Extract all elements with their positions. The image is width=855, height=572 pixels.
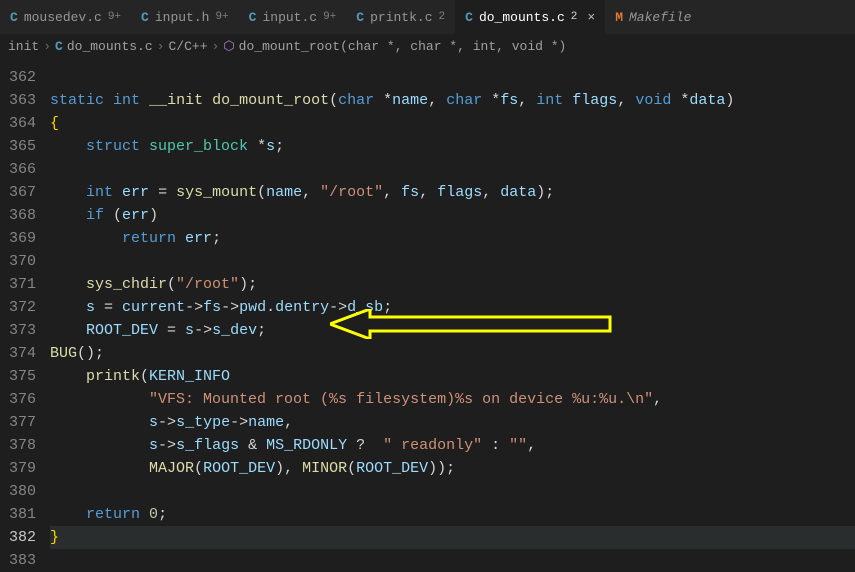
line-number: 369 [0,227,36,250]
code-line: s->s_type->name, [50,411,855,434]
line-number: 368 [0,204,36,227]
code-line: } [50,526,855,549]
line-number: 373 [0,319,36,342]
crumb-lang[interactable]: C/C++ [168,39,207,54]
line-number: 381 [0,503,36,526]
line-number: 367 [0,181,36,204]
c-file-icon: C [55,39,63,54]
tab-label: input.h [155,10,210,25]
line-number: 382 [0,526,36,549]
tab-input-h[interactable]: C input.h 9+ [131,0,239,34]
line-number: 377 [0,411,36,434]
line-number: 379 [0,457,36,480]
line-number: 376 [0,388,36,411]
code-line [50,250,855,273]
code-line: sys_chdir("/root"); [50,273,855,296]
line-number: 364 [0,112,36,135]
line-number: 383 [0,549,36,572]
tab-label: printk.c [370,10,432,25]
line-number: 372 [0,296,36,319]
tab-label: Makefile [629,10,691,25]
crumb-file[interactable]: do_mounts.c [67,39,153,54]
line-number: 370 [0,250,36,273]
tab-do-mounts[interactable]: C do_mounts.c 2 × [455,0,605,34]
crumb-symbol[interactable]: do_mount_root(char *, char *, int, void … [239,39,567,54]
c-file-icon: C [249,10,257,25]
code-area[interactable]: static int __init do_mount_root(char *na… [50,66,855,572]
line-number: 374 [0,342,36,365]
code-line: printk(KERN_INFO [50,365,855,388]
line-number: 371 [0,273,36,296]
code-line [50,480,855,503]
tab-badge: 9+ [323,11,336,23]
crumb-folder[interactable]: init [8,39,39,54]
code-line: static int __init do_mount_root(char *na… [50,89,855,112]
code-line: BUG(); [50,342,855,365]
code-line: "VFS: Mounted root (%s filesystem)%s on … [50,388,855,411]
code-line: s->s_flags & MS_RDONLY ? " readonly" : "… [50,434,855,457]
tab-label: mousedev.c [24,10,102,25]
line-number: 378 [0,434,36,457]
tab-label: input.c [262,10,317,25]
code-line: int err = sys_mount(name, "/root", fs, f… [50,181,855,204]
chevron-right-icon: › [212,39,220,54]
line-number: 365 [0,135,36,158]
chevron-right-icon: › [43,39,51,54]
code-line: return err; [50,227,855,250]
line-number: 362 [0,66,36,89]
method-icon: ⬡ [223,39,234,54]
tab-input-c[interactable]: C input.c 9+ [239,0,347,34]
c-file-icon: C [465,10,473,25]
line-number: 375 [0,365,36,388]
tab-badge: 9+ [215,11,228,23]
code-line: if (err) [50,204,855,227]
code-line: ROOT_DEV = s->s_dev; [50,319,855,342]
close-icon[interactable]: × [587,10,595,25]
line-number-gutter: 362 363 364 365 366 367 368 369 370 371 … [0,66,50,572]
tab-makefile[interactable]: M Makefile [605,0,701,34]
chevron-right-icon: › [157,39,165,54]
c-file-icon: C [10,10,18,25]
tab-badge: 2 [439,11,446,23]
code-line: struct super_block *s; [50,135,855,158]
line-number: 380 [0,480,36,503]
tab-label: do_mounts.c [479,10,565,25]
tab-badge: 9+ [108,11,121,23]
tab-badge: 2 [571,11,578,23]
makefile-icon: M [615,10,623,25]
editor[interactable]: 362 363 364 365 366 367 368 369 370 371 … [0,58,855,572]
tab-mousedev[interactable]: C mousedev.c 9+ [0,0,131,34]
c-file-icon: C [356,10,364,25]
code-line [50,549,855,572]
tab-printk[interactable]: C printk.c 2 [346,0,455,34]
c-file-icon: C [141,10,149,25]
code-line: { [50,112,855,135]
breadcrumb: init › C do_mounts.c › C/C++ › ⬡ do_moun… [0,35,855,58]
code-line: return 0; [50,503,855,526]
code-line [50,66,855,89]
code-line: s = current->fs->pwd.dentry->d_sb; [50,296,855,319]
code-line: MAJOR(ROOT_DEV), MINOR(ROOT_DEV)); [50,457,855,480]
code-line [50,158,855,181]
tab-bar: C mousedev.c 9+ C input.h 9+ C input.c 9… [0,0,855,35]
line-number: 366 [0,158,36,181]
line-number: 363 [0,89,36,112]
